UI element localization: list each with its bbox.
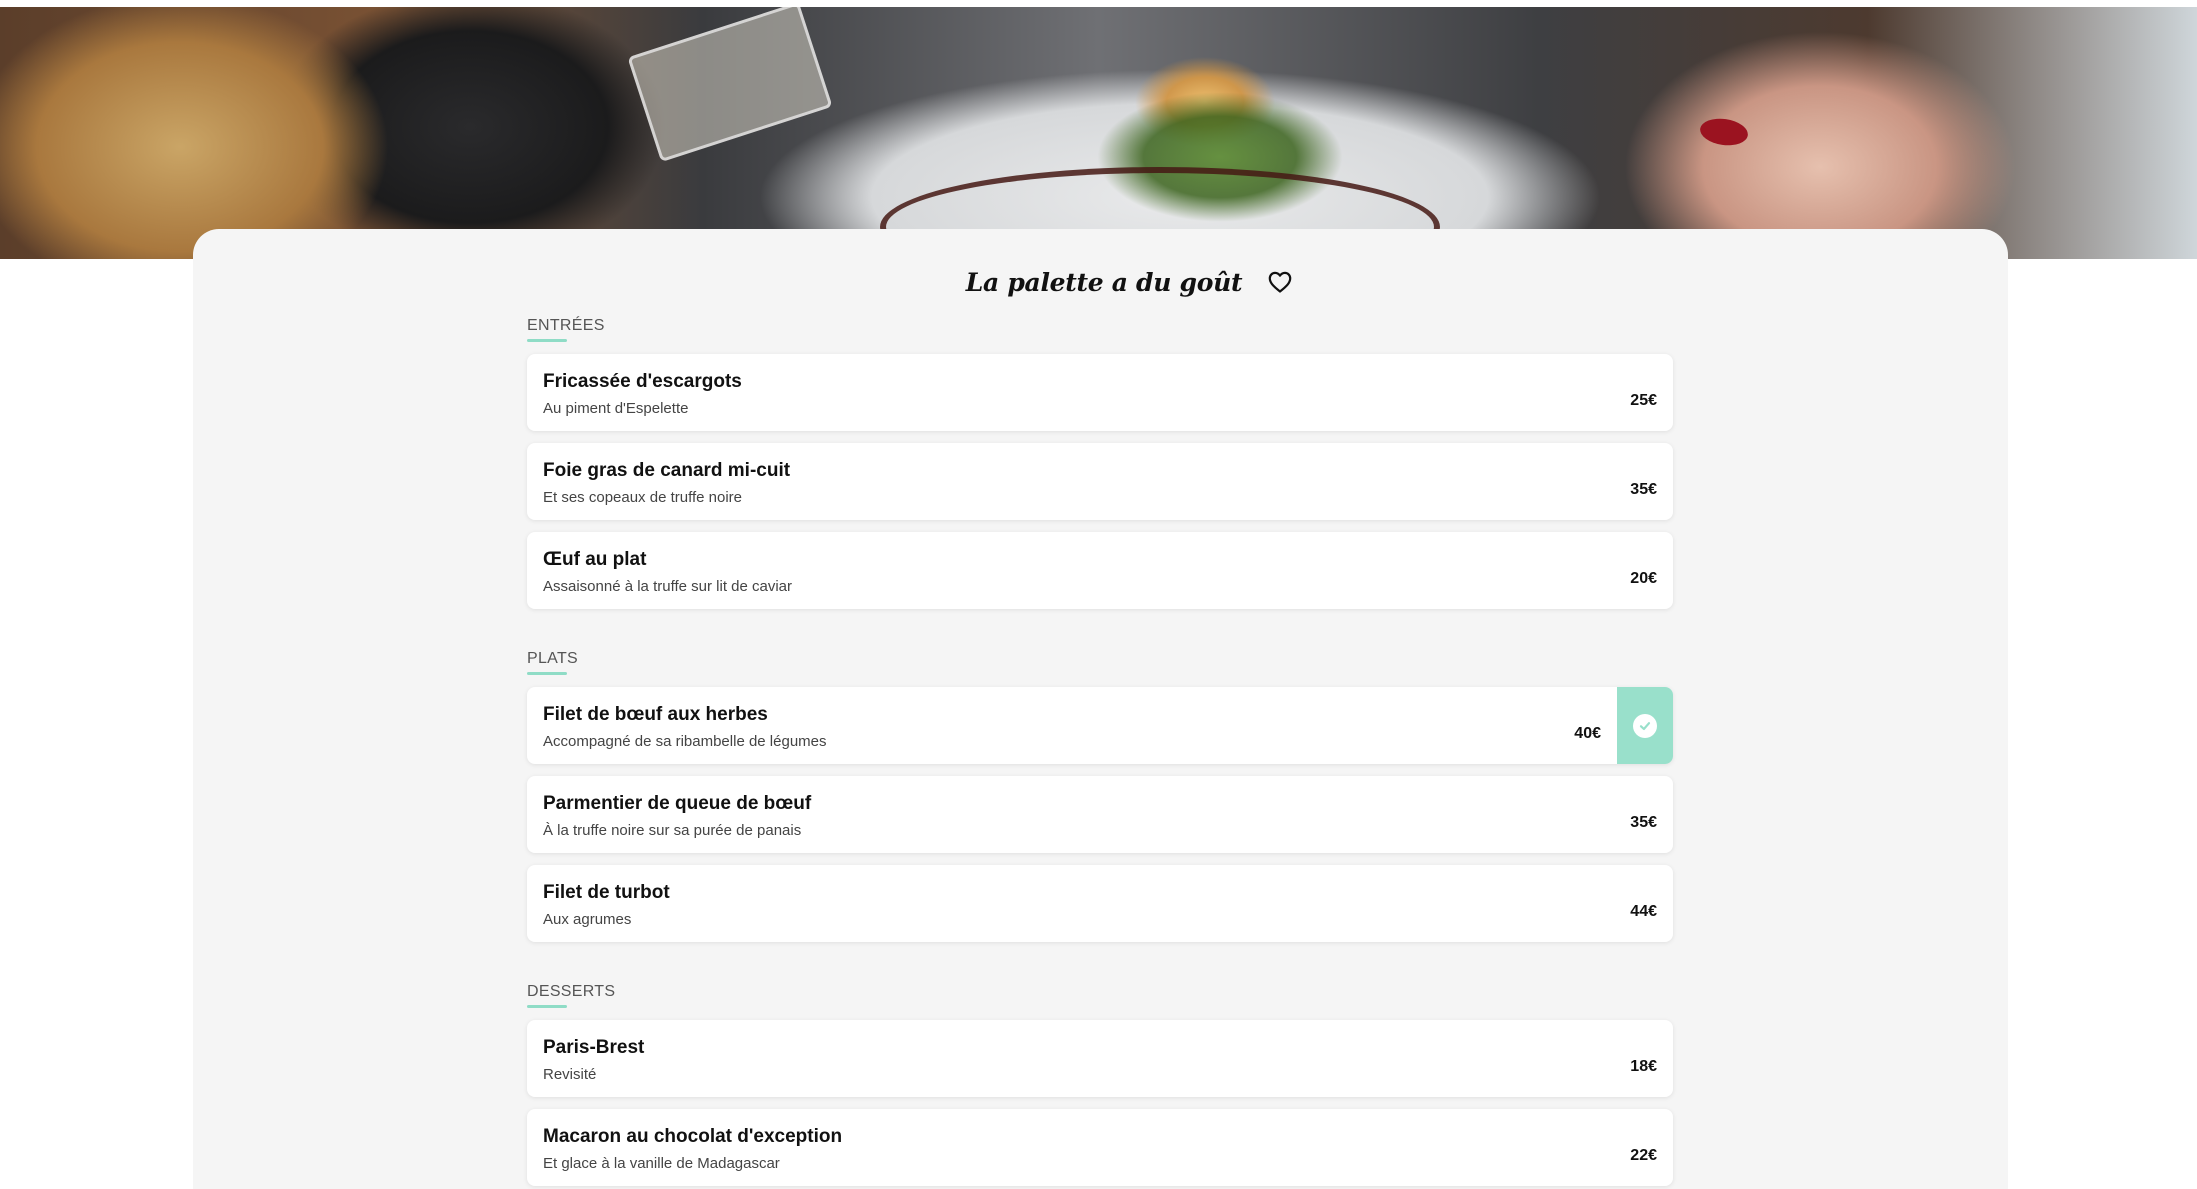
menu-item-price: 22€	[1630, 1147, 1657, 1164]
menu-item-price: 35€	[1630, 814, 1657, 831]
menu-item-card[interactable]: Œuf au plat Assaisonné à la truffe sur l…	[527, 532, 1673, 609]
check-icon	[1633, 713, 1657, 738]
section-underline	[527, 339, 567, 342]
menu-item-name: Filet de bœuf aux herbes	[543, 704, 768, 725]
menu-item-description: Revisité	[543, 1066, 597, 1083]
menu-item-card[interactable]: Paris-Brest Revisité 18€	[527, 1020, 1673, 1097]
menu-item-name: Paris-Brest	[543, 1037, 645, 1058]
menu-item-name: Fricassée d'escargots	[543, 371, 742, 392]
menu-item-price: 44€	[1630, 903, 1657, 920]
menu-item-card[interactable]: Foie gras de canard mi-cuit Et ses copea…	[527, 443, 1673, 520]
menu-item-price: 25€	[1630, 392, 1657, 409]
menu-item-card[interactable]: Macaron au chocolat d'exception Et glace…	[527, 1109, 1673, 1186]
menu-item-name: Parmentier de queue de bœuf	[543, 793, 812, 814]
selected-indicator[interactable]	[1617, 687, 1673, 764]
section-label-desserts: DESSERTS	[527, 983, 616, 1000]
heart-icon[interactable]	[1267, 269, 1293, 295]
menu-item-name: Œuf au plat	[543, 549, 647, 570]
hero-image	[0, 7, 2197, 259]
menu-item-card[interactable]: Parmentier de queue de bœuf À la truffe …	[527, 776, 1673, 853]
menu-item-price: 18€	[1630, 1058, 1657, 1075]
section-label-plats: PLATS	[527, 650, 578, 667]
menu-item-description: Aux agrumes	[543, 911, 632, 928]
menu-item-card[interactable]: Filet de turbot Aux agrumes 44€	[527, 865, 1673, 942]
menu-item-description: Et ses copeaux de truffe noire	[543, 489, 743, 506]
menu-item-description: Accompagné de sa ribambelle de légumes	[543, 733, 827, 750]
menu-item-price: 40€	[1574, 725, 1601, 742]
menu-item-card-selected[interactable]: Filet de bœuf aux herbes Accompagné de s…	[527, 687, 1673, 764]
menu-item-price: 35€	[1630, 481, 1657, 498]
restaurant-name: La palette a du goût	[965, 267, 1243, 297]
menu-item-card[interactable]: Fricassée d'escargots Au piment d'Espele…	[527, 354, 1673, 431]
menu-item-description: À la truffe noire sur sa purée de panais	[543, 822, 802, 839]
menu-item-price: 20€	[1630, 570, 1657, 587]
hero-hand-detail	[1698, 115, 1750, 149]
menu-item-name: Foie gras de canard mi-cuit	[543, 460, 791, 481]
menu-item-description: Au piment d'Espelette	[543, 400, 689, 417]
menu-item-description: Assaisonné à la truffe sur lit de caviar	[543, 578, 793, 595]
menu-item-name: Macaron au chocolat d'exception	[543, 1126, 843, 1147]
section-underline	[527, 672, 567, 675]
section-label-entrees: ENTRÉES	[527, 317, 605, 334]
menu-item-name: Filet de turbot	[543, 882, 670, 903]
section-underline	[527, 1005, 567, 1008]
hero-place-card	[627, 7, 833, 163]
restaurant-header: La palette a du goût	[193, 262, 2008, 302]
menu-item-description: Et glace à la vanille de Madagascar	[543, 1155, 780, 1172]
menu-panel: La palette a du goût ENTRÉES Fricassée d…	[193, 229, 2008, 1189]
